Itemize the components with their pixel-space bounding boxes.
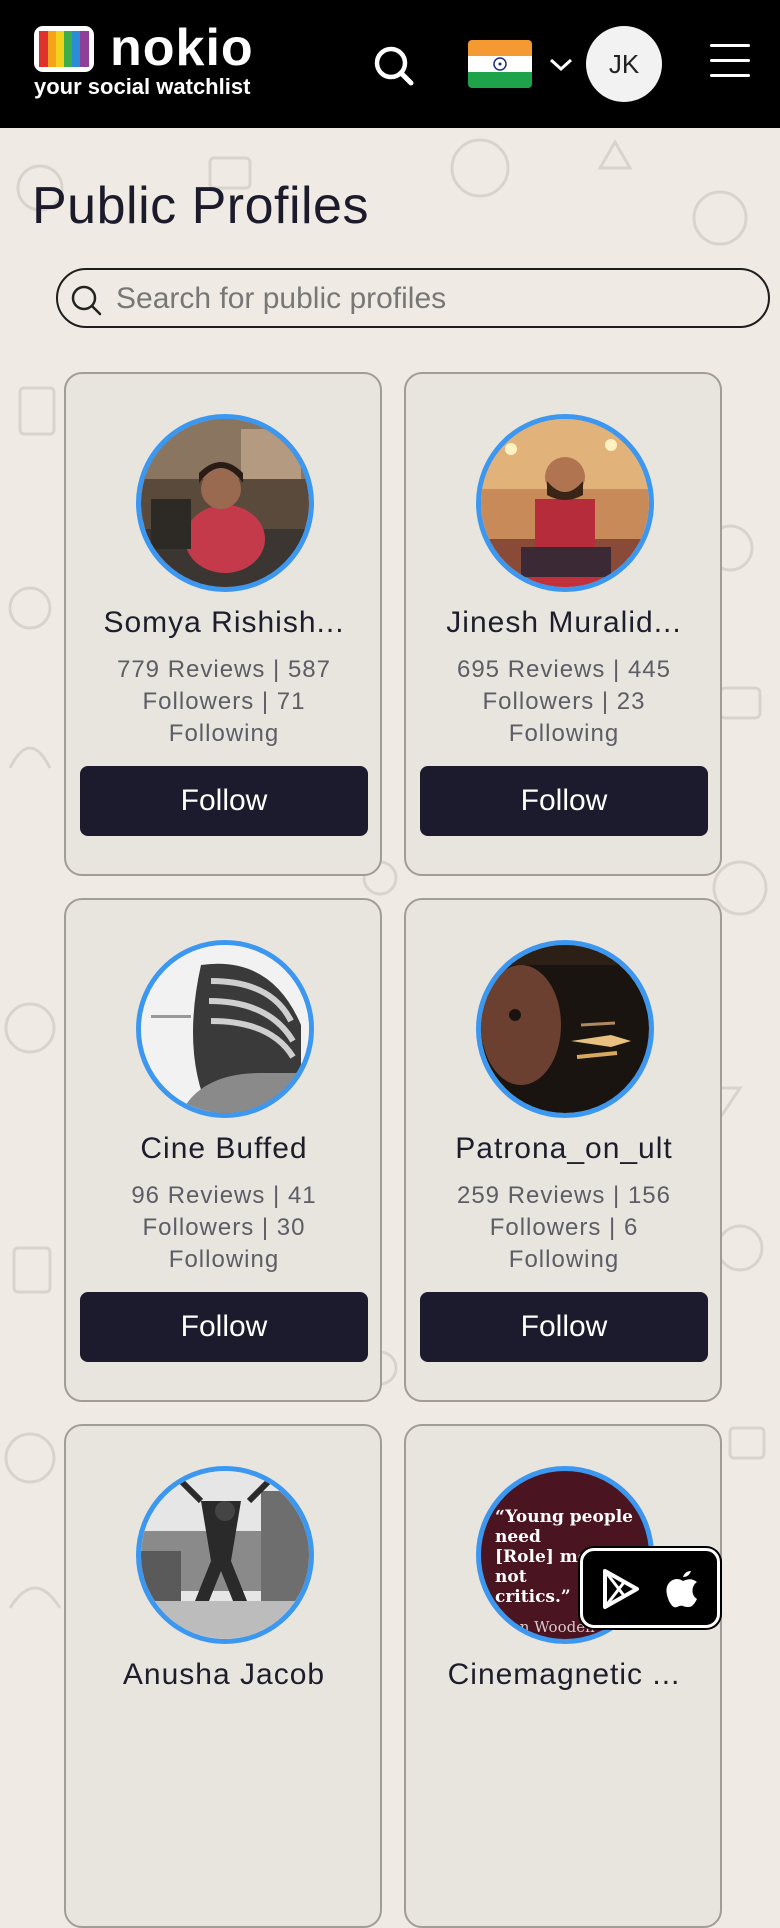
profile-name[interactable]: Somya Rishish... [76, 606, 372, 640]
search-icon [71, 285, 102, 316]
user-avatar[interactable]: JK [586, 26, 662, 102]
profile-stats: 96 Reviews | 41 Followers | 30 Following [131, 1182, 317, 1273]
follow-button[interactable]: Follow [80, 1292, 368, 1362]
logo-wordmark: nokio [110, 19, 254, 77]
profile-stats: 779 Reviews | 587 Followers | 71 Followi… [116, 656, 331, 747]
logo-tagline: your social watchlist [34, 74, 251, 99]
profile-name[interactable]: Cine Buffed [76, 1132, 372, 1166]
profile-card[interactable]: “Young people need [Role] models, not cr… [404, 1424, 722, 1928]
google-play-icon[interactable] [599, 1567, 643, 1611]
page-title: Public Profiles [32, 177, 369, 235]
apple-icon[interactable] [663, 1565, 703, 1609]
profile-avatar[interactable] [136, 940, 314, 1118]
profile-stats: 695 Reviews | 445 Followers | 23 Followi… [456, 656, 671, 747]
hamburger-menu-icon[interactable] [710, 44, 750, 78]
profile-avatar[interactable] [476, 940, 654, 1118]
profile-card[interactable]: Cine Buffed 96 Reviews | 41 Followers | … [64, 898, 382, 1402]
app-download-badge[interactable] [580, 1548, 720, 1628]
follow-button[interactable]: Follow [420, 1292, 708, 1362]
profile-stats: 259 Reviews | 156 Followers | 6 Followin… [456, 1182, 671, 1273]
chevron-down-icon[interactable] [548, 54, 574, 74]
follow-button[interactable]: Follow [420, 766, 708, 836]
profile-search-bar[interactable] [56, 268, 770, 328]
profile-avatar[interactable] [136, 414, 314, 592]
search-icon[interactable] [372, 44, 416, 88]
top-nav-bar: nokio your social watchlist JK [0, 0, 780, 128]
tv-logo-icon [34, 26, 94, 72]
profile-name[interactable]: Anusha Jacob [76, 1658, 372, 1692]
quote-line: “Young people need [495, 1507, 633, 1547]
profile-card[interactable]: Somya Rishish... 779 Reviews | 587 Follo… [64, 372, 382, 876]
profile-card[interactable]: Jinesh Muralid... 695 Reviews | 445 Foll… [404, 372, 722, 876]
profile-name[interactable]: Jinesh Muralid... [416, 606, 712, 640]
profile-card[interactable]: Anusha Jacob [64, 1424, 382, 1928]
country-flag-india-icon[interactable] [468, 40, 532, 88]
search-input[interactable] [114, 278, 738, 320]
follow-button[interactable]: Follow [80, 766, 368, 836]
profile-avatar[interactable] [476, 414, 654, 592]
profile-card[interactable]: Patrona_on_ult 259 Reviews | 156 Followe… [404, 898, 722, 1402]
profile-avatar[interactable] [136, 1466, 314, 1644]
profile-name[interactable]: Cinemagnetic ... [416, 1658, 712, 1692]
profile-name[interactable]: Patrona_on_ult [416, 1132, 712, 1166]
